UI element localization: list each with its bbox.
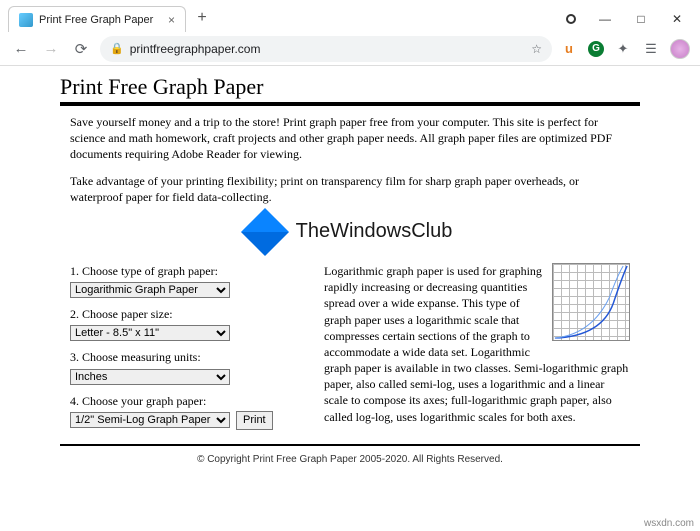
step1-label: 1. Choose type of graph paper:: [70, 263, 300, 279]
print-button[interactable]: Print: [236, 411, 273, 430]
tab-title: Print Free Graph Paper: [39, 14, 162, 26]
log-curve-icon: [553, 264, 629, 340]
intro-text: Save yourself money and a trip to the st…: [70, 114, 630, 205]
graph-preview-thumbnail: [552, 263, 630, 341]
step2-label: 2. Choose paper size:: [70, 306, 300, 322]
close-tab-icon[interactable]: ×: [168, 13, 175, 27]
browser-toolbar: ← → ⟳ 🔒 printfreegraphpaper.com ☆ u G ✦ …: [0, 32, 700, 66]
window-maximize-button[interactable]: □: [624, 6, 658, 32]
tab-favicon: [19, 13, 33, 27]
logo-text: TheWindowsClub: [296, 218, 453, 245]
description-column: Logarithmic graph paper is used for grap…: [324, 263, 630, 438]
window-minimize-button[interactable]: ―: [588, 6, 622, 32]
page-content: Print Free Graph Paper Save yourself mon…: [0, 66, 700, 471]
paper-size-select[interactable]: Letter - 8.5" x 11": [70, 325, 230, 341]
intro-paragraph-2: Take advantage of your printing flexibil…: [70, 173, 630, 205]
extension-u-icon[interactable]: u: [560, 40, 578, 58]
extension-g-icon[interactable]: G: [588, 41, 604, 57]
step3-label: 3. Choose measuring units:: [70, 349, 300, 365]
graph-type-select[interactable]: Logarithmic Graph Paper: [70, 282, 230, 298]
watermark-text: wsxdn.com: [644, 518, 694, 529]
url-text: printfreegraphpaper.com: [130, 42, 261, 56]
graph-paper-select[interactable]: 1/2" Semi-Log Graph Paper: [70, 412, 230, 428]
extensions-puzzle-icon[interactable]: ✦: [614, 40, 632, 58]
lock-icon: 🔒: [110, 42, 124, 55]
reload-button[interactable]: ⟳: [70, 38, 92, 60]
bookmark-star-icon[interactable]: ☆: [531, 42, 542, 56]
browser-titlebar: Print Free Graph Paper × + ― □ ✕: [0, 0, 700, 32]
divider-bottom: [60, 444, 640, 446]
recording-indicator-icon: [566, 14, 576, 24]
windowsclub-logo-icon: [241, 208, 289, 256]
extension-icons: u G ✦ ☰: [560, 39, 690, 59]
options-column: 1. Choose type of graph paper: Logarithm…: [70, 263, 300, 438]
logo-block: TheWindowsClub: [70, 215, 630, 249]
profile-avatar[interactable]: [670, 39, 690, 59]
new-tab-button[interactable]: +: [190, 6, 214, 30]
forward-button[interactable]: →: [40, 38, 62, 60]
step4-label: 4. Choose your graph paper:: [70, 393, 300, 409]
back-button[interactable]: ←: [10, 38, 32, 60]
intro-paragraph-1: Save yourself money and a trip to the st…: [70, 114, 630, 163]
units-select[interactable]: Inches: [70, 369, 230, 385]
footer-copyright: © Copyright Print Free Graph Paper 2005-…: [60, 450, 640, 467]
browser-tab[interactable]: Print Free Graph Paper ×: [8, 6, 186, 32]
page-title: Print Free Graph Paper: [60, 74, 640, 100]
reading-list-icon[interactable]: ☰: [642, 40, 660, 58]
window-close-button[interactable]: ✕: [660, 6, 694, 32]
divider: [60, 102, 640, 106]
address-bar[interactable]: 🔒 printfreegraphpaper.com ☆: [100, 36, 552, 62]
